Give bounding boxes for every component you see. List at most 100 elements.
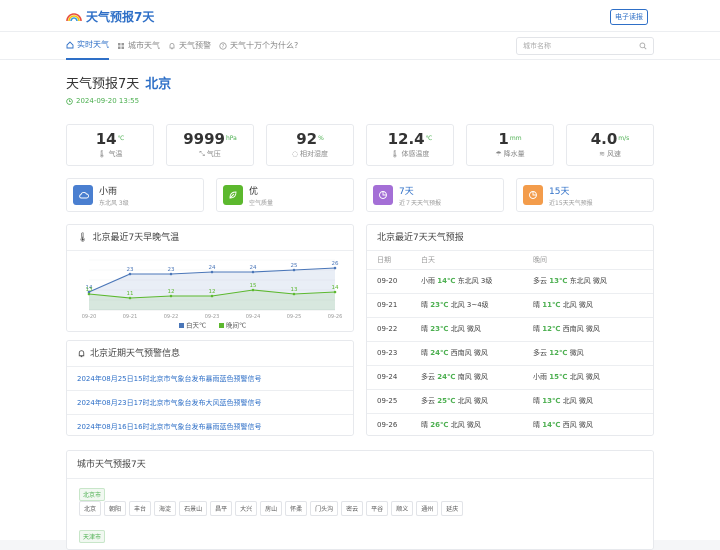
table-row: 09-20 小雨 14℃ 东北风 3级 多云 13℃ 东北风 微风 — [367, 269, 653, 294]
stat-precipitation: 1mm ☂ 降水量 — [466, 124, 554, 166]
pie-icon — [523, 185, 543, 205]
table-row: 09-21 晴 23℃ 北风 3~4级晴 11℃ 北风 微风 — [367, 293, 653, 318]
ebook-button[interactable]: 电子读报 — [610, 9, 648, 25]
top-bar: 天气预报7天 电子读报 — [0, 0, 720, 32]
bell-icon — [78, 350, 85, 358]
district-link[interactable]: 丰台 — [129, 501, 152, 516]
district-link[interactable]: 大兴 — [235, 501, 258, 516]
card-subtitle: 近７天天气预报 — [399, 200, 442, 207]
nav-item-city[interactable]: 城市天气 — [117, 32, 160, 60]
city-forecast-panel: 城市天气预报7天 北京市 北京 朝阳 丰台 海淀 石景山 昌平 大兴 房山 怀柔 门头沟 密云 平谷顺… — [66, 450, 654, 550]
row-day: 多云 25℃ 北风 微风 — [411, 389, 523, 414]
stat-unit: % — [318, 135, 324, 142]
day-wind: 北风 微风 — [457, 397, 488, 405]
nav-label: 天气十万个为什么? — [230, 41, 299, 50]
district-link[interactable]: 平谷 — [366, 501, 389, 516]
row-date: 09-20 — [367, 269, 411, 294]
svg-text:?: ? — [222, 44, 225, 50]
district-link[interactable]: 延庆 — [441, 501, 464, 516]
district-link[interactable]: 通州 — [416, 501, 439, 516]
card-weather[interactable]: 小雨 东北风 3级 — [66, 178, 204, 212]
stat-unit: hPa — [225, 135, 237, 142]
nav-item-realtime[interactable]: 实时天气 — [66, 32, 109, 60]
day-wind: 东北风 3级 — [457, 277, 493, 285]
data-point — [292, 268, 296, 272]
stat-label: 气温 — [108, 150, 123, 158]
data-label: 24 — [250, 265, 257, 271]
row-night: 小雨 15℃ 北风 微风 — [523, 365, 653, 390]
warning-link[interactable]: 2024年08月16日16时北京市气象台发布暴雨蓝色预警信号 — [67, 415, 353, 439]
panel-title: 北京最近7天早晚气温 — [92, 232, 180, 243]
night-temp: 13℃ — [542, 397, 561, 405]
day-temp: 24℃ — [430, 349, 449, 357]
page-title-text: 天气预报7天 — [66, 77, 140, 92]
district-link[interactable]: 顺义 — [391, 501, 414, 516]
question-icon: ? — [219, 42, 227, 50]
legend-swatch — [219, 323, 224, 328]
district-link[interactable]: 密云 — [341, 501, 364, 516]
data-label: 14 — [332, 285, 339, 291]
row-date: 09-22 — [367, 317, 411, 342]
data-point — [333, 290, 337, 294]
legend-label: 晚间℃ — [226, 321, 246, 330]
row-night: 晴 14℃ 西风 微风 — [523, 413, 653, 437]
card-title: 小雨 — [99, 187, 118, 197]
panel-header: 北京最近7天天气预报 — [367, 225, 653, 251]
stat-value: 9999 — [183, 130, 225, 148]
district-link[interactable]: 石景山 — [179, 501, 208, 516]
table-row: 09-25 多云 25℃ 北风 微风晴 13℃ 北风 微风 — [367, 389, 653, 414]
region-tag[interactable]: 天津市 — [79, 530, 106, 543]
nav-item-warning[interactable]: 天气预警 — [168, 32, 211, 60]
column-header: 晚间 — [523, 251, 653, 270]
district-link[interactable]: 海淀 — [154, 501, 177, 516]
district-link[interactable]: 昌平 — [210, 501, 233, 516]
day-weather: 晴 — [421, 325, 428, 333]
row-night: 晴 11℃ 北风 微风 — [523, 293, 653, 318]
card-title: 优 — [249, 187, 259, 197]
row-night: 晴 13℃ 北风 微风 — [523, 389, 653, 414]
day-weather: 多云 — [421, 397, 435, 405]
nav-label: 天气预警 — [179, 41, 211, 50]
x-tick-label: 09-24 — [246, 314, 261, 320]
card-7day[interactable]: 7天 近７天天气预报 — [366, 178, 504, 212]
x-tick-label: 09-26 — [328, 314, 343, 320]
nav-item-faq[interactable]: ? 天气十万个为什么? — [219, 32, 298, 60]
district-link[interactable]: 北京 — [79, 501, 102, 516]
site-logo[interactable]: 天气预报7天 — [66, 8, 154, 25]
region-tag[interactable]: 北京市 — [79, 488, 106, 501]
temperature-chart: 09-20 09-21 09-22 09-23 09-24 09-25 09-26 14 23 2… — [82, 259, 343, 330]
warning-link[interactable]: 2024年08月23日17时北京市气象台发布大风蓝色预警信号 — [67, 391, 353, 415]
panel-header: 北京近期天气预警信息 — [67, 341, 353, 367]
clock-icon — [66, 97, 73, 105]
data-label: 25 — [291, 263, 298, 269]
stat-value: 12.4 — [387, 130, 425, 148]
rainbow-icon — [66, 13, 82, 22]
thermometer-icon: 🌡 — [97, 150, 107, 158]
data-point — [87, 292, 91, 296]
card-air-quality[interactable]: 优 空气质量 — [216, 178, 354, 212]
day-temp: 25℃ — [437, 397, 456, 405]
city-name: 北京 — [145, 77, 172, 92]
search-input[interactable] — [517, 38, 627, 54]
legend-label: 白天℃ — [186, 321, 206, 330]
night-weather: 晴 — [533, 325, 540, 333]
district-link[interactable]: 房山 — [260, 501, 283, 516]
stat-humidity: 92% ◌ 相对湿度 — [266, 124, 354, 166]
stat-value: 92 — [296, 130, 318, 148]
data-point — [251, 270, 255, 274]
x-tick-label: 09-22 — [164, 314, 179, 320]
stat-value: 14 — [95, 130, 117, 148]
search-icon[interactable] — [639, 42, 647, 50]
warning-link[interactable]: 2024年08月25日15时北京市气象台发布暴雨蓝色预警信号 — [67, 367, 353, 391]
night-weather: 多云 — [533, 277, 547, 285]
day-wind: 北风 微风 — [450, 325, 481, 333]
district-link[interactable]: 怀柔 — [285, 501, 308, 516]
stat-unit: mm — [509, 135, 522, 142]
district-link[interactable]: 门头沟 — [310, 501, 339, 516]
grid-icon — [118, 43, 124, 49]
district-link[interactable]: 朝阳 — [104, 501, 127, 516]
stat-unit: ℃ — [425, 135, 433, 142]
card-15day[interactable]: 15天 近15天天气预报 — [516, 178, 654, 212]
row-date: 09-26 — [377, 421, 398, 430]
stat-value: 4.0 — [590, 130, 618, 148]
